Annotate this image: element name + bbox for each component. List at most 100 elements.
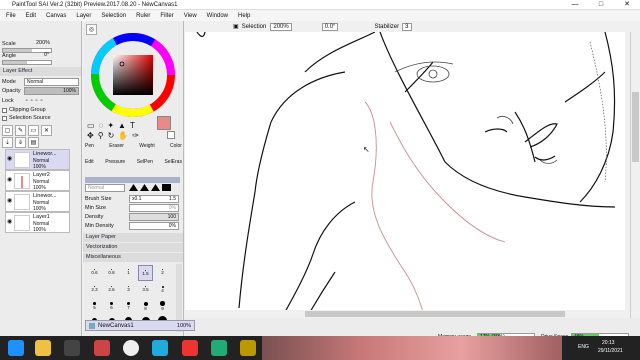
brush-size-preset[interactable]: 2.3 xyxy=(87,282,102,298)
menu-filter[interactable]: Filter xyxy=(160,13,173,19)
hand-tool-icon[interactable]: ✋ xyxy=(118,131,128,140)
start-icon[interactable] xyxy=(8,340,24,356)
brush-size-preset[interactable]: 7 xyxy=(121,299,136,315)
menu-file[interactable]: File xyxy=(6,13,16,19)
brush-shape-icon[interactable] xyxy=(129,184,138,191)
new-folder-button[interactable]: ▭ xyxy=(28,125,39,136)
layer-item[interactable]: ◉ Layer2 Normal 100% xyxy=(5,170,70,191)
chrome-icon[interactable] xyxy=(123,340,139,356)
horizontal-scroll-thumb[interactable] xyxy=(305,311,565,317)
menu-window[interactable]: Window xyxy=(207,13,228,19)
layer-paper-section[interactable]: Layer Paper xyxy=(83,233,183,242)
zoom-tool-icon[interactable]: ⚲ xyxy=(98,131,104,140)
clipping-checkbox[interactable] xyxy=(2,107,7,113)
new-layer-button[interactable]: ▢ xyxy=(2,125,13,136)
min-size-slider[interactable]: 0% xyxy=(129,204,179,212)
merge-down-button[interactable]: ⇓ xyxy=(15,137,26,148)
menu-edit[interactable]: Edit xyxy=(26,13,36,19)
lasso-tool-icon[interactable]: ◌ xyxy=(99,121,104,130)
clipping-group-row[interactable]: Clipping Group xyxy=(2,106,46,114)
app-icon[interactable] xyxy=(182,340,198,356)
secondary-color-swatch[interactable] xyxy=(167,131,175,139)
angle-slider[interactable] xyxy=(2,60,52,65)
brush-shape-icon[interactable] xyxy=(140,184,149,191)
brush-size-preset[interactable]: 1 xyxy=(121,265,136,281)
eraser-tool-tab[interactable]: Eraser xyxy=(109,143,124,149)
edge-icon[interactable] xyxy=(152,340,168,356)
color-mode-icon[interactable]: ◎ xyxy=(86,24,97,35)
brush-size-preset[interactable]: 6 xyxy=(104,299,119,315)
brush-size-preset[interactable]: 3.5 xyxy=(138,282,153,298)
density-slider[interactable]: 100 xyxy=(129,213,179,221)
brush-size-preset[interactable]: 0.6 xyxy=(87,265,102,281)
brush-size-slider[interactable]: x0.1 1.5 xyxy=(129,195,179,203)
layer-item[interactable]: ◉ Linewor... Normal 100% xyxy=(5,149,70,170)
brush-size-preset[interactable]: 8 xyxy=(138,299,153,315)
eye-icon[interactable]: ◉ xyxy=(7,197,13,204)
wand-tool-icon[interactable]: ✦ xyxy=(107,121,114,130)
close-button[interactable]: ✕ xyxy=(614,0,640,10)
zoom-value[interactable]: 200% xyxy=(270,22,292,31)
eye-icon[interactable]: ◉ xyxy=(7,155,13,162)
mode-select[interactable]: Normal xyxy=(24,78,79,86)
stabilizer-value[interactable]: 3 xyxy=(402,22,412,31)
horizontal-scrollbar[interactable] xyxy=(185,310,630,318)
move-tool-icon[interactable]: ✥ xyxy=(87,131,94,140)
selpen-tool-tab[interactable]: SelPen xyxy=(137,159,153,165)
app-icon[interactable] xyxy=(211,340,227,356)
select-tool-icon[interactable]: ▭ xyxy=(87,121,95,130)
eye-icon[interactable]: ◉ xyxy=(7,218,13,225)
menu-canvas[interactable]: Canvas xyxy=(46,13,66,19)
weight-tool-tab[interactable]: Weight xyxy=(139,143,154,149)
brush-shape-icon[interactable] xyxy=(162,184,171,191)
new-linework-button[interactable]: ✎ xyxy=(15,125,26,136)
selection-icon[interactable]: ▣ xyxy=(233,23,239,30)
primary-color-swatch[interactable] xyxy=(157,116,171,130)
vectorization-section[interactable]: Vectorization xyxy=(83,243,183,252)
rotate-tool-icon[interactable]: ↻ xyxy=(108,131,115,140)
pressure-tool-tab[interactable]: Pressure xyxy=(105,159,125,165)
menu-layer[interactable]: Layer xyxy=(76,13,91,19)
selection-source-checkbox[interactable] xyxy=(2,115,7,121)
brush-size-preset[interactable]: 3 xyxy=(121,282,136,298)
menu-view[interactable]: View xyxy=(184,13,197,19)
app-icon[interactable] xyxy=(94,340,110,356)
brush-size-preset[interactable]: 1.5 xyxy=(138,265,153,281)
miscellaneous-section[interactable]: Miscellaneous xyxy=(83,253,183,262)
layer-effect-header[interactable]: Layer Effect xyxy=(0,67,81,76)
transfer-down-button[interactable]: ⇣ xyxy=(2,137,13,148)
canvas-tab[interactable]: NewCanvas1 100% xyxy=(85,320,195,331)
brush-size-preset[interactable]: 2 xyxy=(155,265,170,281)
lock-icons[interactable]: ▫▫▫▫ xyxy=(26,98,46,104)
vertical-scrollbar[interactable] xyxy=(630,32,640,318)
brush-size-preset[interactable]: 2.6 xyxy=(104,282,119,298)
brush-size-preset[interactable]: 5 xyxy=(87,299,102,315)
menu-selection[interactable]: Selection xyxy=(101,13,126,19)
seleras-tool-tab[interactable]: SelEras xyxy=(164,159,182,165)
eye-icon[interactable]: ◉ xyxy=(7,176,13,183)
clear-layer-button[interactable]: ▤ xyxy=(28,137,39,148)
clock-date[interactable]: 29/11/2021 xyxy=(598,348,623,354)
edit-tool-tab[interactable]: Edit xyxy=(85,159,94,165)
blend-mode-select[interactable]: Normal xyxy=(85,184,125,192)
min-density-slider[interactable]: 0% xyxy=(129,222,179,230)
delete-layer-button[interactable]: ✕ xyxy=(41,125,52,136)
app-icon[interactable] xyxy=(64,340,80,356)
maximize-button[interactable]: □ xyxy=(588,0,614,10)
pen-tool-tab[interactable]: Pen xyxy=(85,143,94,149)
selection-source-row[interactable]: Selection Source xyxy=(2,114,51,122)
opacity-slider[interactable]: 100% xyxy=(24,87,79,95)
color-wheel[interactable] xyxy=(91,33,175,117)
vertical-scroll-thumb[interactable] xyxy=(632,92,639,162)
bucket-tool-icon[interactable]: ▲ xyxy=(118,121,126,130)
brush-size-preset[interactable]: 4 xyxy=(155,282,170,298)
menu-help[interactable]: Help xyxy=(238,13,250,19)
brush-size-preset[interactable]: 0.8 xyxy=(104,265,119,281)
text-tool-icon[interactable]: T xyxy=(130,121,135,130)
clock-time[interactable]: 20:13 xyxy=(602,340,615,346)
language-indicator[interactable]: ENG xyxy=(578,344,589,350)
app-icon[interactable] xyxy=(240,340,256,356)
layer-item[interactable]: ◉ Layer1 Normal 100% xyxy=(5,212,70,233)
brush-shape-icon[interactable] xyxy=(151,184,160,191)
angle-value[interactable]: 0.0° xyxy=(321,22,339,31)
